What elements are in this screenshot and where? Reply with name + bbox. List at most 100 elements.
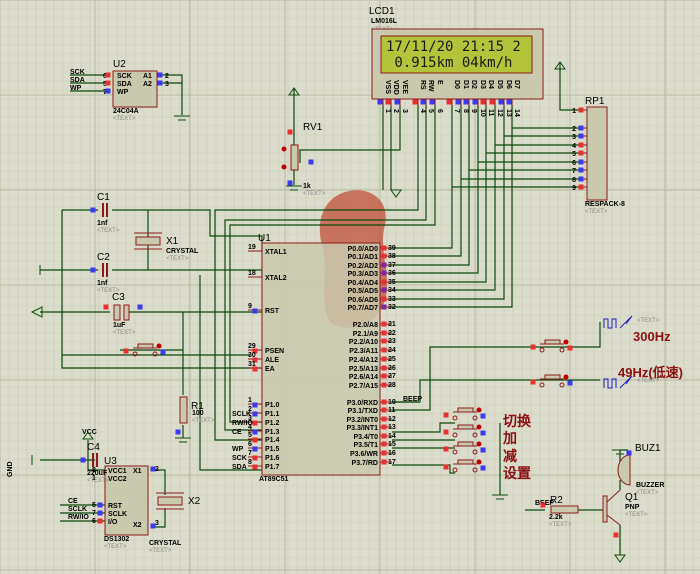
undefined-value: 220uF	[87, 470, 108, 477]
u1-pin-number: 13	[388, 424, 396, 431]
crystal-x2-value: CRYSTAL	[149, 540, 182, 547]
resistor-body	[550, 505, 579, 514]
pin-marker	[578, 142, 584, 148]
rv1-value: 1k	[303, 183, 311, 190]
button-probe	[156, 343, 162, 349]
lcd-pin-name: D4	[487, 80, 494, 89]
undefined-ref: C4	[87, 442, 100, 453]
u1-pin-number: 8	[248, 459, 252, 466]
u3-pin-name: X1	[133, 468, 142, 475]
button-cap	[457, 441, 474, 447]
pin-marker	[175, 429, 181, 435]
undefined-value: 1nf	[97, 280, 108, 287]
u1-pin-name: XTAL2	[265, 275, 287, 282]
pin-marker	[567, 345, 573, 351]
u1-pin-number: 5	[248, 432, 252, 439]
pin-marker	[381, 296, 387, 302]
pin-marker	[97, 510, 103, 516]
crystal-body	[135, 236, 161, 246]
lcd-pin-number: 8	[462, 109, 469, 113]
u1-pin-name: P1.6	[265, 455, 280, 462]
pin-marker	[381, 416, 387, 422]
u2-pin-name: A1	[143, 73, 152, 80]
c3-ref: C3	[112, 292, 125, 303]
pin-marker	[252, 446, 258, 452]
u1-pin-name: P1.3	[265, 429, 280, 436]
pin-marker	[429, 99, 435, 105]
q1-value: PNP	[625, 504, 640, 511]
u3-pin-number: 6	[92, 518, 96, 525]
pin-marker	[105, 88, 111, 94]
u1-pin-name: P1.7	[265, 464, 280, 471]
u2-text: <TEXT>	[113, 116, 136, 122]
lcd-pin-name: D6	[505, 80, 512, 89]
u2-pin-name: A2	[143, 81, 152, 88]
lcd-pin-name: RS	[419, 80, 426, 90]
c3-value: 1uF	[113, 322, 126, 329]
lcd-pin-number: 9	[470, 109, 477, 113]
u3-pin-name: RST	[108, 503, 123, 510]
rp1-pin-number: 2	[572, 126, 576, 133]
pin-marker	[381, 399, 387, 405]
pin-marker	[103, 304, 109, 310]
u1-net-label: SCLK	[232, 411, 251, 418]
button-set-label: 设置	[503, 465, 531, 482]
pin-marker	[252, 429, 258, 435]
pin-marker	[381, 373, 387, 379]
u1-pin-name: P3.3/INT1	[346, 425, 378, 432]
pin-marker	[463, 99, 469, 105]
pin-marker	[381, 382, 387, 388]
u1-pin-number: 14	[388, 433, 396, 440]
u3-pin-number: 2	[155, 466, 159, 473]
crystal-body	[157, 496, 183, 506]
u1-pin-name: P1.1	[265, 411, 280, 418]
u1-net-label: SCK	[232, 455, 247, 462]
schematic-canvas[interactable]: LCD1 LM016L <TEXT> 17/11/20 21:15 2 0.91…	[0, 0, 700, 574]
u2-pin-name: SCK	[117, 73, 132, 80]
u1-pin-name: P2.2/A10	[349, 339, 378, 346]
button-minus-label: 减	[503, 448, 517, 465]
pin-marker	[472, 99, 478, 105]
u1-pin-number: 25	[388, 356, 396, 363]
crystal-x1-ref: X1	[166, 236, 179, 247]
lcd-pin-name: VDD	[392, 80, 399, 95]
pin-marker	[381, 330, 387, 336]
u1-net-label: WP	[232, 446, 244, 453]
u1-pin-number: 11	[388, 407, 396, 414]
button-probe	[563, 339, 569, 345]
u3-pin-name: VCC2	[108, 476, 127, 483]
pin-marker	[150, 466, 156, 472]
u1-pin-name: P3.0/RXD	[347, 400, 378, 407]
u1-pin-number: 12	[388, 416, 396, 423]
schematic[interactable]: LCD1 LM016L <TEXT> 17/11/20 21:15 2 0.91…	[0, 0, 700, 574]
pin-marker	[578, 184, 584, 190]
q1-text: <TEXT>	[625, 512, 648, 518]
u3-text: <TEXT>	[104, 544, 127, 550]
lcd-ref: LCD1	[369, 6, 395, 17]
u1-pin-number: 19	[248, 244, 256, 251]
pin-marker	[443, 464, 449, 470]
cap-plate	[123, 304, 130, 321]
u1-pin-name: XTAL1	[265, 249, 287, 256]
pin-marker	[489, 99, 495, 105]
lcd-pin-name: VSS	[384, 80, 391, 94]
u1-pin-number: 38	[388, 253, 396, 260]
u3-pin-name: X2	[133, 522, 142, 529]
q1-ref: Q1	[625, 492, 639, 503]
pin-marker	[443, 429, 449, 435]
u3-pin-number: 7	[92, 510, 96, 517]
u1-pin-number: 1	[248, 397, 252, 404]
pin-marker	[578, 133, 584, 139]
pin-marker	[381, 459, 387, 465]
undefined-ref: C2	[97, 252, 110, 263]
button-probe	[476, 441, 482, 447]
rv1-ref: RV1	[303, 122, 323, 133]
undefined-text: <TEXT>	[97, 228, 120, 234]
u1-net-label: CE	[232, 429, 242, 436]
u1-pin-number: 24	[388, 347, 396, 354]
u1-pin-number: 18	[248, 270, 256, 277]
lcd-pin-number: 14	[513, 109, 520, 117]
u1-pin-name: P3.5/T1	[353, 442, 378, 449]
button-cap	[137, 343, 154, 349]
u3-pin-number: 5	[92, 502, 96, 509]
